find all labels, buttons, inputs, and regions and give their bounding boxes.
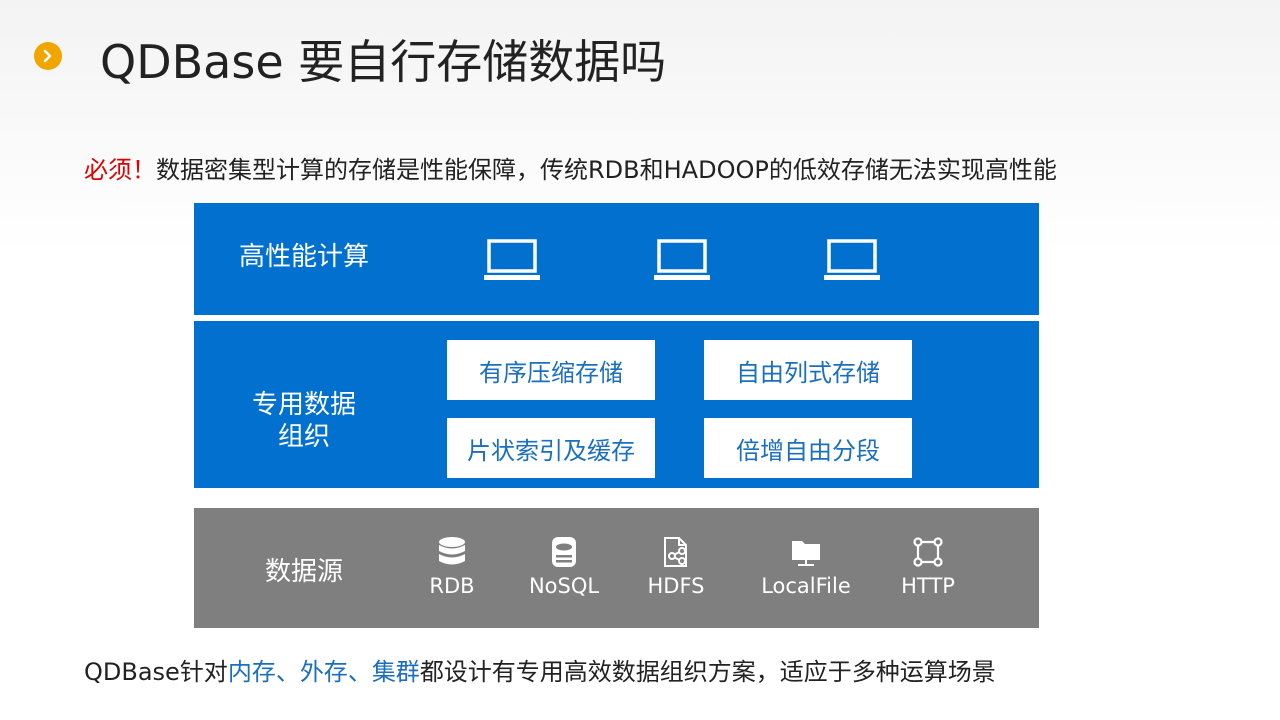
subtitle: 必须！数据密集型计算的存储是性能保障，传统RDB和HADOOP的低效存储无法实现… <box>84 150 1057 185</box>
source-item-hdfs: HDFS <box>626 536 726 598</box>
tile-free-columnar-storage: 自由列式存储 <box>704 340 912 400</box>
source-layer-label: 数据源 <box>264 557 343 587</box>
subtitle-text: 数据密集型计算的存储是性能保障，传统RDB和HADOOP的低效存储无法实现高性能 <box>156 156 1057 184</box>
footer-post: 都设计有专用高效数据组织方案，适应于多种运算场景 <box>419 658 996 686</box>
laptop-icon <box>654 239 710 280</box>
tile-sliced-index-cache: 片状索引及缓存 <box>447 418 655 478</box>
compute-layer-label: 高性能计算 <box>238 242 369 272</box>
compute-layer: 高性能计算 <box>194 203 1039 315</box>
title-bullet-icon <box>34 42 62 70</box>
data-organization-layer: 专用数据 组织 有序压缩存储 自由列式存储 片状索引及缓存 倍增自由分段 <box>194 321 1039 488</box>
database-icon <box>439 537 465 565</box>
folder-icon <box>792 541 820 566</box>
footer-note: QDBase针对内存、外存、集群都设计有专用高效数据组织方案，适应于多种运算场景 <box>84 652 996 687</box>
organization-label-line2: 组织 <box>277 422 330 452</box>
subtitle-emphasis: 必须！ <box>84 156 156 184</box>
organization-label-line1: 专用数据 <box>251 390 356 420</box>
organization-layer-label: 专用数据 组织 <box>234 389 374 453</box>
network-icon <box>913 537 943 567</box>
source-label-hdfs: HDFS <box>647 574 705 598</box>
data-source-layer: 数据源 RDB NoSQL HDFS LocalFile HTTP <box>194 508 1039 628</box>
source-label-rdb: RDB <box>429 574 475 598</box>
laptop-icon <box>484 239 540 280</box>
footer-sep2: 、 <box>347 658 372 686</box>
footer-pre: QDBase针对 <box>84 658 228 686</box>
footer-highlight-memory: 内存 <box>227 658 276 686</box>
source-item-nosql: NoSQL <box>514 536 614 598</box>
source-label-localfile: LocalFile <box>761 574 851 598</box>
tile-doubling-free-segmentation: 倍增自由分段 <box>704 418 912 478</box>
page-title: QDBase 要自行存储数据吗 <box>100 35 667 89</box>
footer-highlight-cluster: 集群 <box>371 658 420 686</box>
footer-highlight-external: 外存 <box>299 658 348 686</box>
source-label-nosql: NoSQL <box>528 574 600 598</box>
source-item-rdb: RDB <box>402 536 502 598</box>
source-item-localfile: LocalFile <box>756 536 856 598</box>
laptop-icon <box>824 239 880 280</box>
footer-sep1: 、 <box>275 658 300 686</box>
chevron-right-icon <box>43 49 52 63</box>
tile-ordered-compressed-storage: 有序压缩存储 <box>447 340 655 400</box>
disk-icon <box>552 537 576 567</box>
source-label-http: HTTP <box>901 574 955 598</box>
source-item-http: HTTP <box>878 536 978 598</box>
file-share-icon <box>664 537 687 567</box>
